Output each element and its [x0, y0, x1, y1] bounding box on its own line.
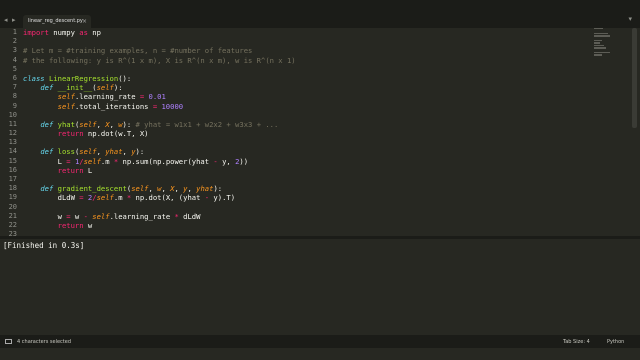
minimap[interactable]: [594, 28, 612, 68]
vertical-scrollbar[interactable]: [632, 28, 637, 128]
code-line: # Let m = #training examples, n = #numbe…: [23, 46, 253, 56]
code-line: import numpy as np: [23, 28, 101, 37]
code-line: L = 1/self.m * np.sum(np.power(yhat - y,…: [23, 156, 249, 166]
syntax-indicator[interactable]: Python: [607, 339, 624, 345]
code-line: class LinearRegression():: [23, 73, 132, 83]
line-number: 8: [12, 92, 17, 101]
close-icon[interactable]: ×: [82, 15, 87, 28]
code-line: def __init__(self):: [40, 83, 123, 93]
code-line: return w: [57, 220, 93, 230]
line-number: 10: [8, 110, 17, 119]
line-number: 14: [8, 147, 17, 156]
tab-size-indicator[interactable]: Tab Size: 4: [563, 339, 590, 345]
code-editor[interactable]: 1 2 3 4 5 6 7 8 9 10 11 12 13 14 15 16 17 18 19 20 21 22 23 im…: [0, 28, 640, 236]
line-number: 21: [8, 211, 17, 220]
code-line: return L: [57, 165, 93, 175]
sublime-window: ◂ ▸ linear_reg_descent.py × ▾ 1234567891…: [0, 0, 640, 360]
line-number: 22: [8, 220, 17, 229]
line-number: 6: [12, 73, 17, 82]
line-number: 11: [8, 119, 17, 128]
code-line: dLdW = 2/self.m * np.dot(X, (yhat - y).T…: [23, 193, 236, 203]
build-output-text: [Finished in 0.3s]: [3, 241, 85, 250]
line-number: 15: [8, 156, 17, 165]
code-line: return np.dot(w.T, X): [57, 129, 149, 139]
line-number: 2: [12, 37, 17, 46]
line-number: 12: [8, 129, 17, 138]
code-line: self.total_iterations = 10000: [57, 101, 184, 111]
code-area[interactable]: import numpy as np # Let m = #training e…: [23, 28, 296, 236]
tab-bar: ◂ ▸ linear_reg_descent.py × ▾: [0, 0, 640, 28]
tab-menu-icon[interactable]: ▾: [628, 15, 632, 23]
build-output-panel: [Finished in 0.3s]: [0, 239, 640, 335]
code-line: self.learning_rate = 0.01: [57, 92, 166, 102]
line-number-gutter: 1 2 3 4 5 6 7 8 9 10 11 12 13 14 15 16 17 18 19 20 21 22 23: [0, 28, 17, 236]
line-number: 3: [12, 46, 17, 55]
line-number: 16: [8, 165, 17, 174]
previous-tab-icon[interactable]: ◂: [4, 16, 8, 24]
tab-linear-reg-descent[interactable]: linear_reg_descent.py ×: [23, 15, 91, 28]
code-line: def gradient_descent(self, w, X, y, yhat…: [40, 184, 223, 194]
code-line: # the following: y is R^(1 x m), X is R^…: [23, 55, 296, 65]
line-number: 18: [8, 184, 17, 193]
line-number: 9: [12, 101, 17, 110]
next-tab-icon[interactable]: ▸: [12, 16, 16, 24]
line-number: 5: [12, 64, 17, 73]
line-number: 13: [8, 138, 17, 147]
line-number: 20: [8, 202, 17, 211]
tab-label: linear_reg_descent.py: [28, 18, 83, 24]
status-bar: 4 characters selected Tab Size: 4 Python: [0, 335, 640, 348]
selection-status: 4 characters selected: [17, 339, 72, 345]
line-number: 7: [12, 83, 17, 92]
line-number: 4: [12, 55, 17, 64]
panel-toggle-icon[interactable]: [5, 339, 12, 344]
code-line: w = w - self.learning_rate * dLdW: [23, 211, 201, 221]
line-number: 17: [8, 175, 17, 183]
code-line: def yhat(self, X, w): # yhat = w1x1 + w2…: [40, 119, 279, 129]
code-line: def loss(self, yhat, y):: [40, 147, 145, 157]
line-number: 19: [8, 193, 17, 202]
line-number: 1: [12, 28, 17, 36]
